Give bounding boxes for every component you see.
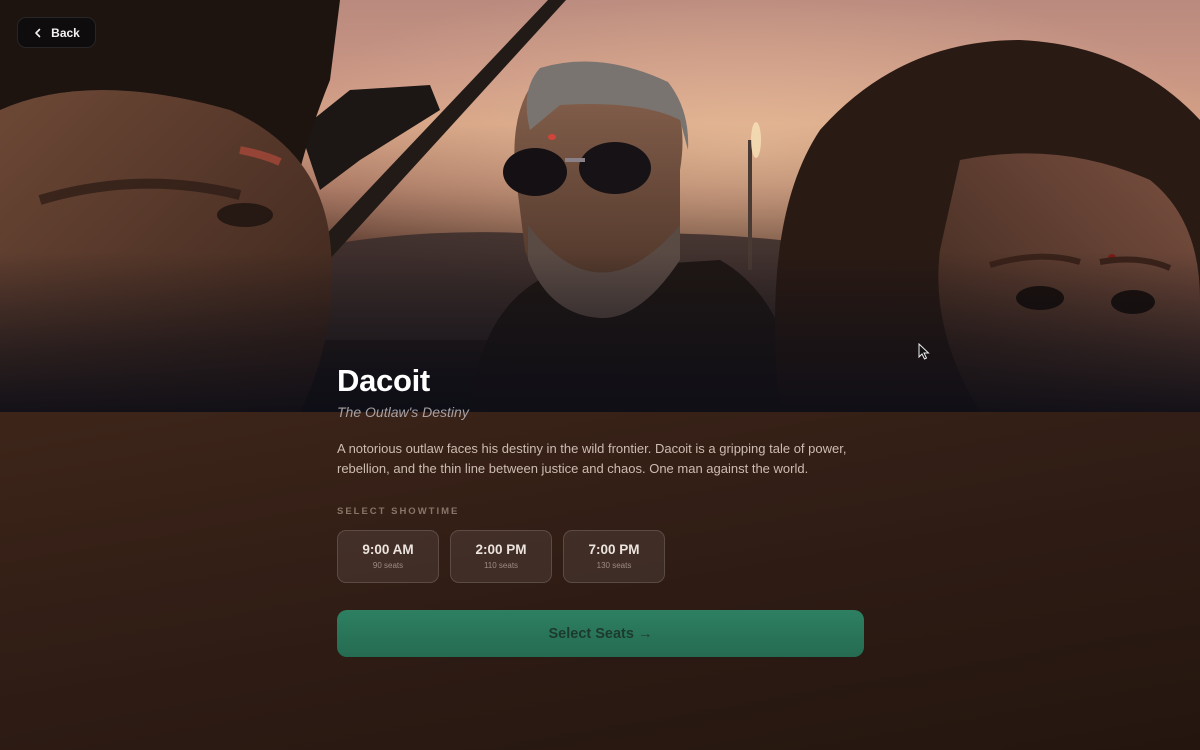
back-button[interactable]: Back	[17, 17, 96, 48]
movie-info: Dacoit The Outlaw's Destiny A notorious …	[337, 362, 864, 657]
showtime-seats: 110 seats	[483, 561, 519, 570]
showtime-option-9am[interactable]: 9:00 AM 90 seats	[337, 530, 439, 583]
back-button-label: Back	[51, 25, 80, 40]
movie-tagline: The Outlaw's Destiny	[337, 404, 469, 420]
showtime-option-7pm[interactable]: 7:00 PM 130 seats	[563, 530, 665, 583]
showtime-option-2pm[interactable]: 2:00 PM 110 seats	[450, 530, 552, 583]
showtime-section-label: SELECT SHOWTIME	[337, 506, 460, 517]
hero-banner	[0, 0, 1200, 412]
showtime-time: 9:00 AM	[362, 542, 414, 557]
showtime-options: 9:00 AM 90 seats 2:00 PM 110 seats 7:00 …	[337, 530, 864, 583]
select-seats-button[interactable]: Select Seats →	[337, 610, 864, 657]
chevron-left-icon	[35, 28, 41, 37]
showtime-seats: 130 seats	[596, 561, 632, 570]
movie-description: A notorious outlaw faces his destiny in …	[337, 441, 847, 476]
showtime-time: 2:00 PM	[475, 542, 527, 557]
mouse-cursor-icon	[918, 343, 930, 360]
showtime-time: 7:00 PM	[588, 542, 640, 557]
movie-detail-page: Back Dacoit The Outlaw's Destiny A notor…	[0, 0, 1200, 750]
movie-title: Dacoit	[337, 363, 430, 398]
showtime-seats: 90 seats	[372, 561, 404, 570]
